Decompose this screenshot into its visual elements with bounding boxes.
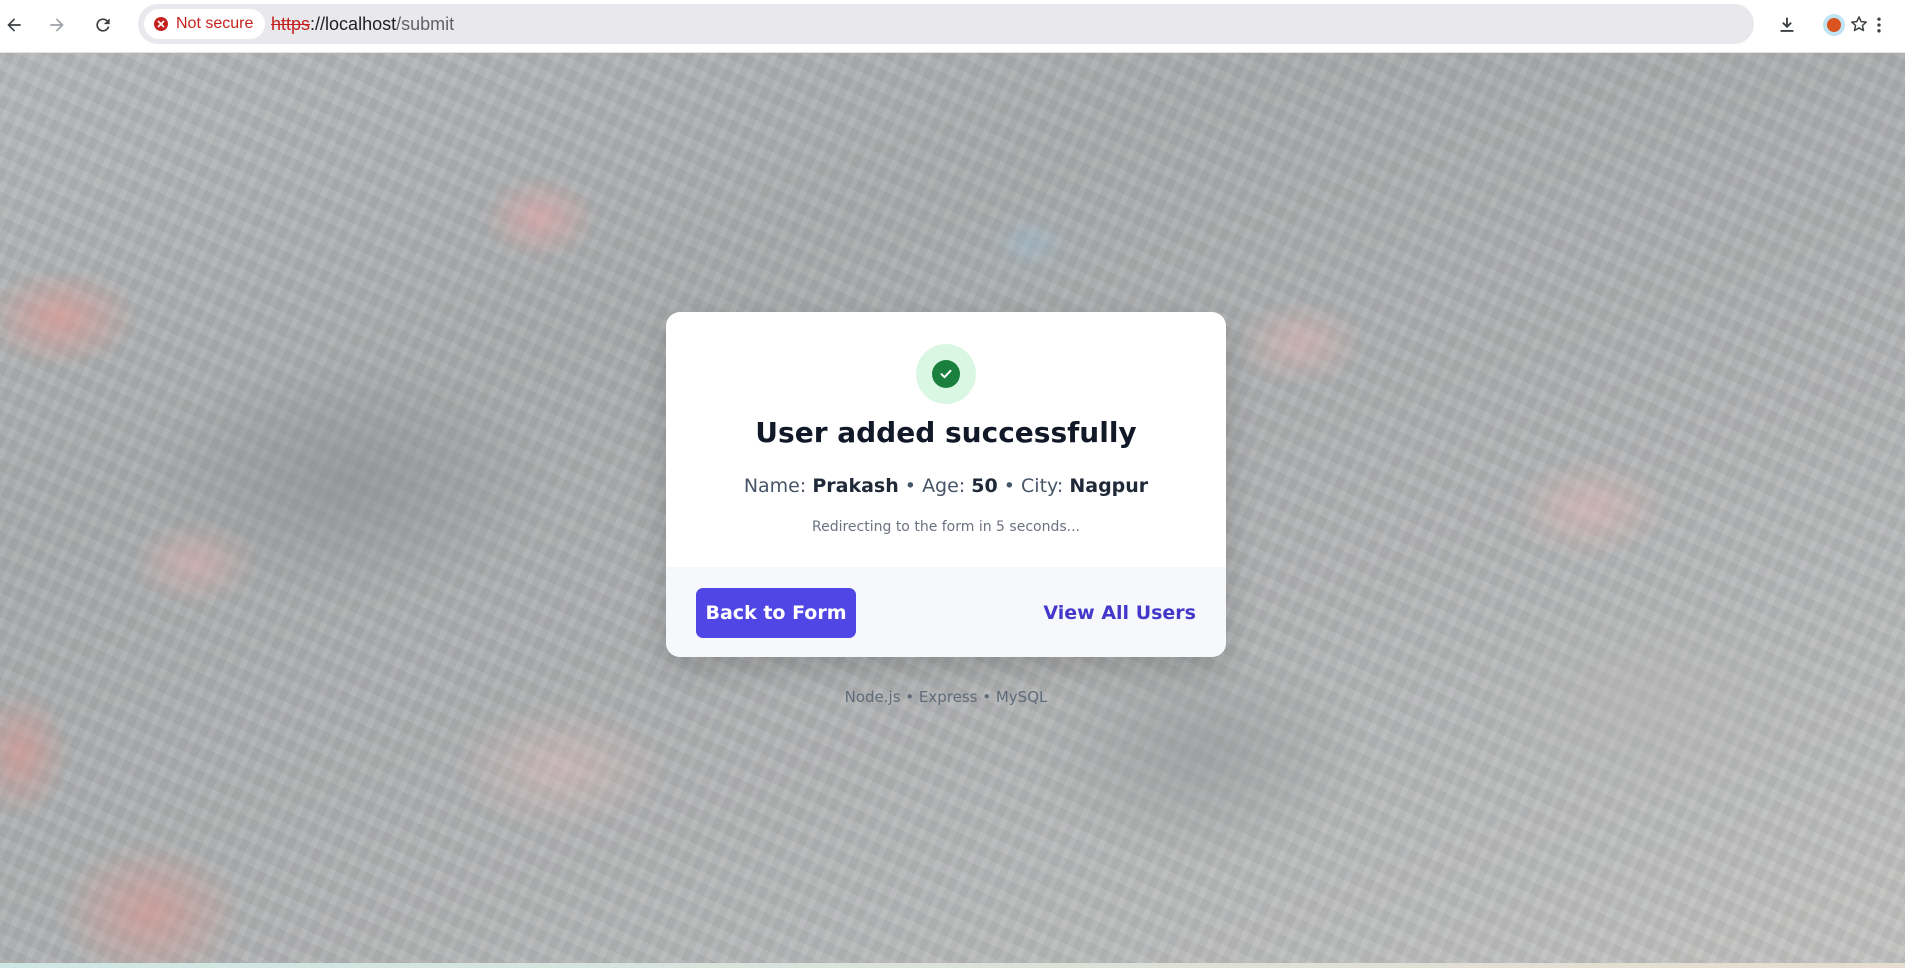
security-indicator[interactable]: Not secure bbox=[144, 9, 266, 39]
back-button[interactable] bbox=[0, 8, 31, 42]
url-scheme: https bbox=[271, 14, 311, 34]
age-value: 50 bbox=[971, 475, 998, 497]
security-label: Not secure bbox=[176, 15, 254, 32]
url-separator: :// bbox=[310, 14, 326, 34]
name-value: Prakash bbox=[812, 475, 899, 497]
reload-icon bbox=[96, 18, 110, 32]
avatar bbox=[1823, 14, 1845, 36]
url-text[interactable]: https://localhost/submit bbox=[271, 4, 454, 44]
forward-button[interactable] bbox=[40, 8, 74, 42]
download-icon bbox=[1780, 17, 1794, 32]
user-details: Name: Prakash • Age: 50 • City: Nagpur bbox=[666, 475, 1226, 497]
age-label: Age: bbox=[922, 475, 966, 497]
bottom-strip bbox=[0, 963, 1905, 968]
separator: • bbox=[904, 475, 917, 497]
profile-button[interactable] bbox=[1817, 8, 1851, 42]
redirect-note: Redirecting to the form in 5 seconds... bbox=[811, 519, 1080, 535]
tech-stack-footer: Node.js • Express • MySQL bbox=[844, 688, 1048, 706]
reload-button[interactable] bbox=[86, 8, 120, 42]
url-host: localhost bbox=[325, 14, 397, 34]
address-bar[interactable]: Not secure https://localhost/submit bbox=[138, 4, 1867, 44]
check-circle-icon bbox=[932, 360, 960, 388]
separator: • bbox=[1003, 475, 1015, 497]
arrow-left-icon bbox=[7, 18, 21, 32]
kebab-menu-icon bbox=[1877, 17, 1881, 33]
browser-toolbar: Not secure https://localhost/submit bbox=[0, 0, 1905, 53]
success-title: User added successfully bbox=[755, 416, 1137, 449]
download-button[interactable] bbox=[1770, 8, 1804, 42]
view-all-users-link[interactable]: View All Users bbox=[1043, 588, 1196, 638]
back-to-form-button[interactable]: Back to Form bbox=[696, 588, 856, 638]
success-card: User added successfully Name: Prakash • … bbox=[666, 312, 1226, 657]
error-circle-icon bbox=[154, 17, 168, 31]
browser-menu-button[interactable] bbox=[1862, 8, 1896, 42]
card-actions: Back to Form View All Users bbox=[666, 567, 1226, 657]
name-label: Name: bbox=[743, 475, 807, 497]
success-badge bbox=[916, 344, 976, 404]
city-label: City: bbox=[1021, 475, 1064, 497]
url-path: /submit bbox=[396, 14, 455, 34]
city-value: Nagpur bbox=[1069, 475, 1149, 497]
arrow-right-icon bbox=[50, 18, 64, 32]
